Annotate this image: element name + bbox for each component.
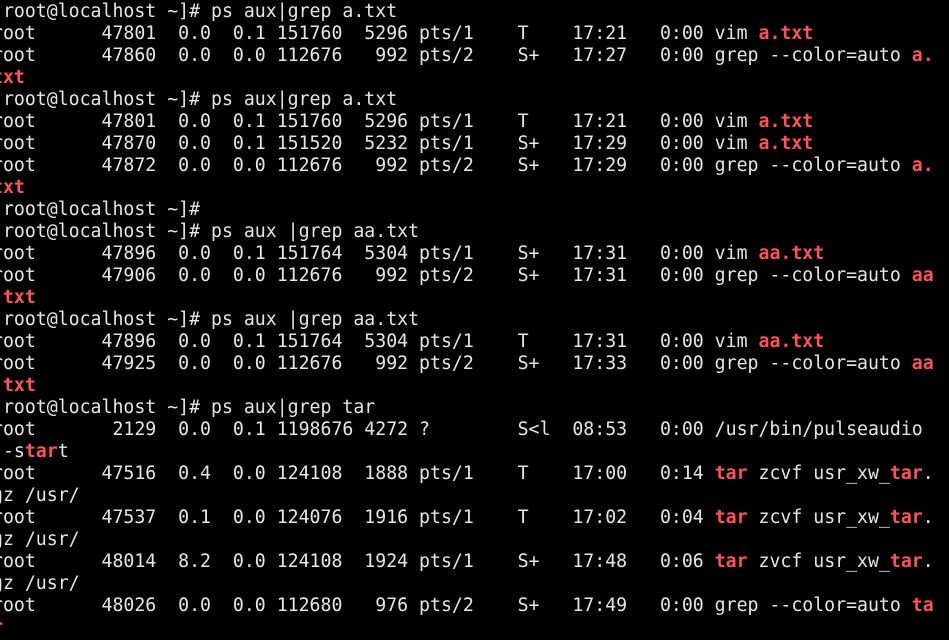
terminal-text: . — [922, 551, 934, 572]
grep-match-highlight: tar — [714, 463, 748, 484]
grep-match-highlight: aa — [911, 265, 934, 286]
terminal-text: . — [922, 507, 934, 528]
grep-match-highlight: tar — [714, 551, 748, 572]
terminal-text: [root@localhost ~]# ps aux |grep aa.txt — [0, 221, 420, 242]
grep-match-highlight: a.txt — [758, 133, 814, 154]
terminal-text: root 47801 0.0 0.1 151760 5296 pts/1 T 1… — [0, 23, 759, 44]
terminal-text: zcvf usr_xw_ — [747, 463, 890, 484]
terminal-line: gz /usr/ — [0, 529, 949, 551]
grep-match-highlight: a. — [911, 155, 934, 176]
terminal-text: root 47896 0.0 0.1 151764 5304 pts/1 S+ … — [0, 243, 759, 264]
terminal-text: root 47801 0.0 0.1 151760 5296 pts/1 T 1… — [0, 111, 759, 132]
terminal-line: [root@localhost ~]# ps aux|grep a.txt — [0, 1, 949, 23]
grep-match-highlight: r — [0, 617, 3, 638]
terminal-text: root 47906 0.0 0.0 112676 992 pts/2 S+ 1… — [0, 265, 912, 286]
terminal-line: root 47537 0.1 0.0 124076 1916 pts/1 T 1… — [0, 507, 949, 529]
terminal-output[interactable]: [root@localhost ~]# ps aux|grep a.txt roo… — [0, 1, 949, 640]
grep-match-highlight: a.txt — [758, 111, 814, 132]
terminal-text: gz /usr/ — [0, 485, 80, 506]
terminal-line: root 47801 0.0 0.1 151760 5296 pts/1 T 1… — [0, 23, 949, 45]
terminal-line: root 47896 0.0 0.1 151764 5304 pts/1 T 1… — [0, 331, 949, 353]
terminal-line: r — [0, 617, 949, 639]
terminal-line: root 47801 0.0 0.1 151760 5296 pts/1 T 1… — [0, 111, 949, 133]
terminal-text: t — [57, 441, 69, 462]
grep-match-highlight: tar — [889, 507, 923, 528]
terminal-line: txt — [0, 177, 949, 199]
terminal-text: [root@localhost ~]# ps aux|grep tar — [0, 397, 376, 418]
grep-match-highlight: aa — [911, 353, 934, 374]
terminal-line: .txt — [0, 375, 949, 397]
terminal-line: root 2129 0.0 0.1 1198676 4272 ? S<l 08:… — [0, 419, 949, 441]
terminal-text: root 47860 0.0 0.0 112676 992 pts/2 S+ 1… — [0, 45, 912, 66]
grep-match-highlight: aa.txt — [758, 331, 825, 352]
terminal-text: --s — [0, 441, 25, 462]
grep-match-highlight: ta — [911, 595, 934, 616]
grep-match-highlight: a.txt — [758, 23, 814, 44]
grep-match-highlight: tar — [889, 551, 923, 572]
terminal-line: [root@localhost ~]# ps aux |grep aa.txt — [0, 309, 949, 331]
terminal-line: gz /usr/ — [0, 485, 949, 507]
terminal-text: root 47872 0.0 0.0 112676 992 pts/2 S+ 1… — [0, 155, 912, 176]
terminal-line: root 47516 0.4 0.0 124108 1888 pts/1 T 1… — [0, 463, 949, 485]
grep-match-highlight: txt — [0, 67, 25, 88]
terminal-text: root 47537 0.1 0.0 124076 1916 pts/1 T 1… — [0, 507, 715, 528]
terminal-line: .txt — [0, 287, 949, 309]
terminal-text: [root@localhost ~]# ps aux|grep a.txt — [0, 1, 398, 22]
terminal-text: root 47896 0.0 0.1 151764 5304 pts/1 T 1… — [0, 331, 759, 352]
terminal-line: [root@localhost ~]# — [0, 199, 949, 221]
terminal-text: gz /usr/ — [0, 529, 80, 550]
terminal-text: root 47516 0.4 0.0 124108 1888 pts/1 T 1… — [0, 463, 715, 484]
grep-match-highlight: tar — [714, 507, 748, 528]
terminal-line: root 48026 0.0 0.0 112680 976 pts/2 S+ 1… — [0, 595, 949, 617]
grep-match-highlight: a. — [911, 45, 934, 66]
terminal-text: root 2129 0.0 0.1 1198676 4272 ? S<l 08:… — [0, 419, 923, 440]
terminal-line: [root@localhost ~]# ps aux |grep aa.txt — [0, 221, 949, 243]
terminal-text: zvcf usr_xw_ — [747, 551, 890, 572]
terminal-text: . — [922, 463, 934, 484]
terminal-line: txt — [0, 67, 949, 89]
terminal-text: zcvf usr_xw_ — [747, 507, 890, 528]
grep-match-highlight: tar — [24, 441, 58, 462]
terminal-line: root 47872 0.0 0.0 112676 992 pts/2 S+ 1… — [0, 155, 949, 177]
grep-match-highlight: tar — [889, 463, 923, 484]
terminal-line: root 48014 8.2 0.0 124108 1924 pts/1 S+ … — [0, 551, 949, 573]
terminal-line: gz /usr/ — [0, 573, 949, 595]
terminal-text: [root@localhost ~]# ps aux |grep aa.txt — [0, 309, 420, 330]
terminal-text: [root@localhost ~]# ps aux|grep a.txt — [0, 89, 398, 110]
terminal-text: [root@localhost ~]# — [0, 199, 201, 220]
terminal-text: root 48026 0.0 0.0 112680 976 pts/2 S+ 1… — [0, 595, 912, 616]
terminal-line: root 47870 0.0 0.1 151520 5232 pts/1 S+ … — [0, 133, 949, 155]
grep-match-highlight: .txt — [0, 287, 36, 308]
terminal-line: [root@localhost ~]# ps aux|grep a.txt — [0, 89, 949, 111]
terminal-text: root 47870 0.0 0.1 151520 5232 pts/1 S+ … — [0, 133, 759, 154]
terminal-line: root 47896 0.0 0.1 151764 5304 pts/1 S+ … — [0, 243, 949, 265]
terminal-text: root 47925 0.0 0.0 112676 992 pts/2 S+ 1… — [0, 353, 912, 374]
terminal-line: root 47925 0.0 0.0 112676 992 pts/2 S+ 1… — [0, 353, 949, 375]
terminal-line: --start — [0, 441, 949, 463]
grep-match-highlight: txt — [0, 177, 25, 198]
terminal-line: [root@localhost ~]# ps aux|grep tar — [0, 397, 949, 419]
grep-match-highlight: aa.txt — [758, 243, 825, 264]
terminal-text: gz /usr/ — [0, 573, 80, 594]
terminal-line: root 47860 0.0 0.0 112676 992 pts/2 S+ 1… — [0, 45, 949, 67]
grep-match-highlight: .txt — [0, 375, 36, 396]
terminal-text: root 48014 8.2 0.0 124108 1924 pts/1 S+ … — [0, 551, 715, 572]
terminal-line: root 47906 0.0 0.0 112676 992 pts/2 S+ 1… — [0, 265, 949, 287]
